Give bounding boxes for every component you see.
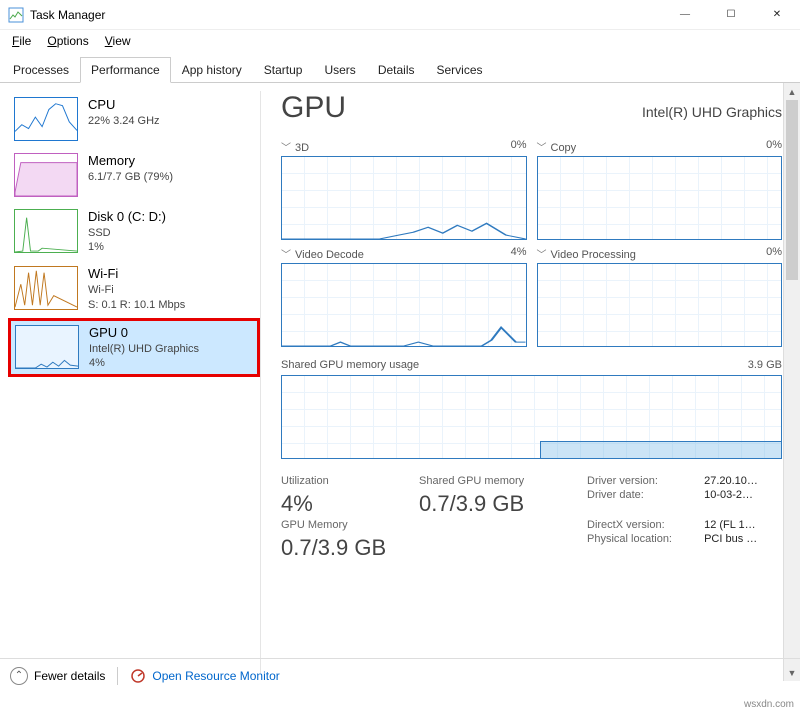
close-button[interactable]: ✕ bbox=[754, 0, 800, 30]
mini-copy-label[interactable]: Copy bbox=[551, 142, 577, 154]
scroll-up-icon[interactable]: ▲ bbox=[784, 83, 800, 100]
drv-ver-val: 27.20.10… bbox=[704, 475, 774, 487]
tab-processes[interactable]: Processes bbox=[2, 57, 80, 83]
mini-3d-pct: 0% bbox=[511, 139, 527, 154]
memory-sparkline bbox=[14, 153, 78, 197]
chart-video-decode bbox=[281, 263, 527, 347]
separator bbox=[117, 667, 118, 685]
tab-performance[interactable]: Performance bbox=[80, 57, 171, 83]
tab-app-history[interactable]: App history bbox=[171, 57, 253, 83]
scroll-thumb[interactable] bbox=[786, 100, 798, 280]
page-title: GPU bbox=[281, 91, 346, 125]
chevron-down-icon[interactable]: ﹀ bbox=[537, 143, 547, 154]
menu-options[interactable]: Options bbox=[41, 32, 94, 50]
perf-detail-pane: GPU Intel(R) UHD Graphics ﹀3D0% ﹀Copy0% … bbox=[261, 83, 800, 681]
maximize-button[interactable]: ☐ bbox=[708, 0, 754, 30]
vertical-scrollbar[interactable]: ▲ ▼ bbox=[783, 83, 800, 681]
gmem-val: 0.7/3.9 GB bbox=[281, 535, 411, 561]
loc-label: Physical location: bbox=[587, 533, 696, 561]
gpu-sparkline bbox=[15, 325, 79, 369]
drv-date-label: Driver date: bbox=[587, 489, 696, 517]
chevron-down-icon[interactable]: ﹀ bbox=[537, 250, 547, 261]
cpu-sparkline bbox=[14, 97, 78, 141]
menu-view[interactable]: View bbox=[99, 32, 137, 50]
mini-videodecode-pct: 4% bbox=[511, 246, 527, 261]
gmem-label: GPU Memory bbox=[281, 519, 411, 531]
mini-copy-pct: 0% bbox=[766, 139, 782, 154]
gpu-stats: Utilization Shared GPU memory Driver ver… bbox=[281, 475, 782, 561]
util-label: Utilization bbox=[281, 475, 411, 487]
tab-users[interactable]: Users bbox=[313, 57, 366, 83]
menu-file[interactable]: File bbox=[6, 32, 37, 50]
sidebar-gpu-title: GPU 0 bbox=[89, 325, 253, 342]
gpu-name: Intel(R) UHD Graphics bbox=[642, 104, 782, 120]
chart-copy bbox=[537, 156, 783, 240]
loc-val: PCI bus … bbox=[704, 533, 774, 561]
sidebar-memory-title: Memory bbox=[88, 153, 254, 170]
drv-ver-label: Driver version: bbox=[587, 475, 696, 487]
chart-3d bbox=[281, 156, 527, 240]
sidebar-item-cpu[interactable]: CPU 22% 3.24 GHz bbox=[8, 91, 260, 147]
titlebar: Task Manager — ☐ ✕ bbox=[0, 0, 800, 30]
perf-sidebar: CPU 22% 3.24 GHz Memory 6.1/7.7 GB (79%)… bbox=[0, 83, 260, 681]
app-icon bbox=[8, 7, 24, 23]
watermark: wsxdn.com bbox=[744, 699, 794, 710]
sidebar-item-memory[interactable]: Memory 6.1/7.7 GB (79%) bbox=[8, 147, 260, 203]
window-title: Task Manager bbox=[30, 8, 105, 22]
shared-mem-max: 3.9 GB bbox=[748, 359, 782, 371]
footer: ⌃ Fewer details Open Resource Monitor bbox=[0, 658, 800, 692]
minimize-button[interactable]: — bbox=[662, 0, 708, 30]
sidebar-gpu-sub1: Intel(R) UHD Graphics bbox=[89, 342, 253, 356]
chevron-up-icon[interactable]: ⌃ bbox=[10, 667, 28, 685]
sidebar-item-wifi[interactable]: Wi-Fi Wi-Fi S: 0.1 R: 10.1 Mbps bbox=[8, 260, 260, 317]
sidebar-gpu-sub2: 4% bbox=[89, 356, 253, 370]
wifi-sparkline bbox=[14, 266, 78, 310]
drv-date-val: 10-03-2… bbox=[704, 489, 774, 517]
tab-services[interactable]: Services bbox=[426, 57, 494, 83]
smem-label: Shared GPU memory bbox=[419, 475, 579, 487]
sidebar-disk-title: Disk 0 (C: D:) bbox=[88, 209, 254, 226]
sidebar-memory-sub: 6.1/7.7 GB (79%) bbox=[88, 170, 254, 184]
chevron-down-icon[interactable]: ﹀ bbox=[281, 143, 291, 154]
sidebar-wifi-sub2: S: 0.1 R: 10.1 Mbps bbox=[88, 298, 254, 312]
resource-monitor-icon bbox=[130, 668, 146, 684]
mini-videoproc-label[interactable]: Video Processing bbox=[551, 249, 636, 261]
tab-strip: Processes Performance App history Startu… bbox=[0, 52, 800, 83]
sidebar-wifi-title: Wi-Fi bbox=[88, 266, 254, 283]
chart-shared-memory bbox=[281, 375, 782, 459]
util-val: 4% bbox=[281, 491, 411, 517]
mini-videodecode-label[interactable]: Video Decode bbox=[295, 249, 364, 261]
tab-startup[interactable]: Startup bbox=[253, 57, 314, 83]
smem-val: 0.7/3.9 GB bbox=[419, 491, 579, 517]
sidebar-item-gpu[interactable]: GPU 0 Intel(R) UHD Graphics 4% bbox=[8, 318, 260, 377]
fewer-details-link[interactable]: Fewer details bbox=[34, 669, 105, 683]
sidebar-disk-sub1: SSD bbox=[88, 226, 254, 240]
sidebar-cpu-sub: 22% 3.24 GHz bbox=[88, 114, 254, 128]
sidebar-disk-sub2: 1% bbox=[88, 240, 254, 254]
dx-val: 12 (FL 1… bbox=[704, 519, 774, 531]
sidebar-wifi-sub1: Wi-Fi bbox=[88, 283, 254, 297]
menubar: File Options View bbox=[0, 30, 800, 52]
mini-3d-label[interactable]: 3D bbox=[295, 142, 309, 154]
chart-video-processing bbox=[537, 263, 783, 347]
sidebar-item-disk[interactable]: Disk 0 (C: D:) SSD 1% bbox=[8, 203, 260, 260]
shared-mem-label: Shared GPU memory usage bbox=[281, 359, 419, 371]
dx-label: DirectX version: bbox=[587, 519, 696, 531]
mini-videoproc-pct: 0% bbox=[766, 246, 782, 261]
chevron-down-icon[interactable]: ﹀ bbox=[281, 250, 291, 261]
open-resource-monitor-link[interactable]: Open Resource Monitor bbox=[152, 669, 279, 683]
disk-sparkline bbox=[14, 209, 78, 253]
sidebar-cpu-title: CPU bbox=[88, 97, 254, 114]
tab-details[interactable]: Details bbox=[367, 57, 426, 83]
